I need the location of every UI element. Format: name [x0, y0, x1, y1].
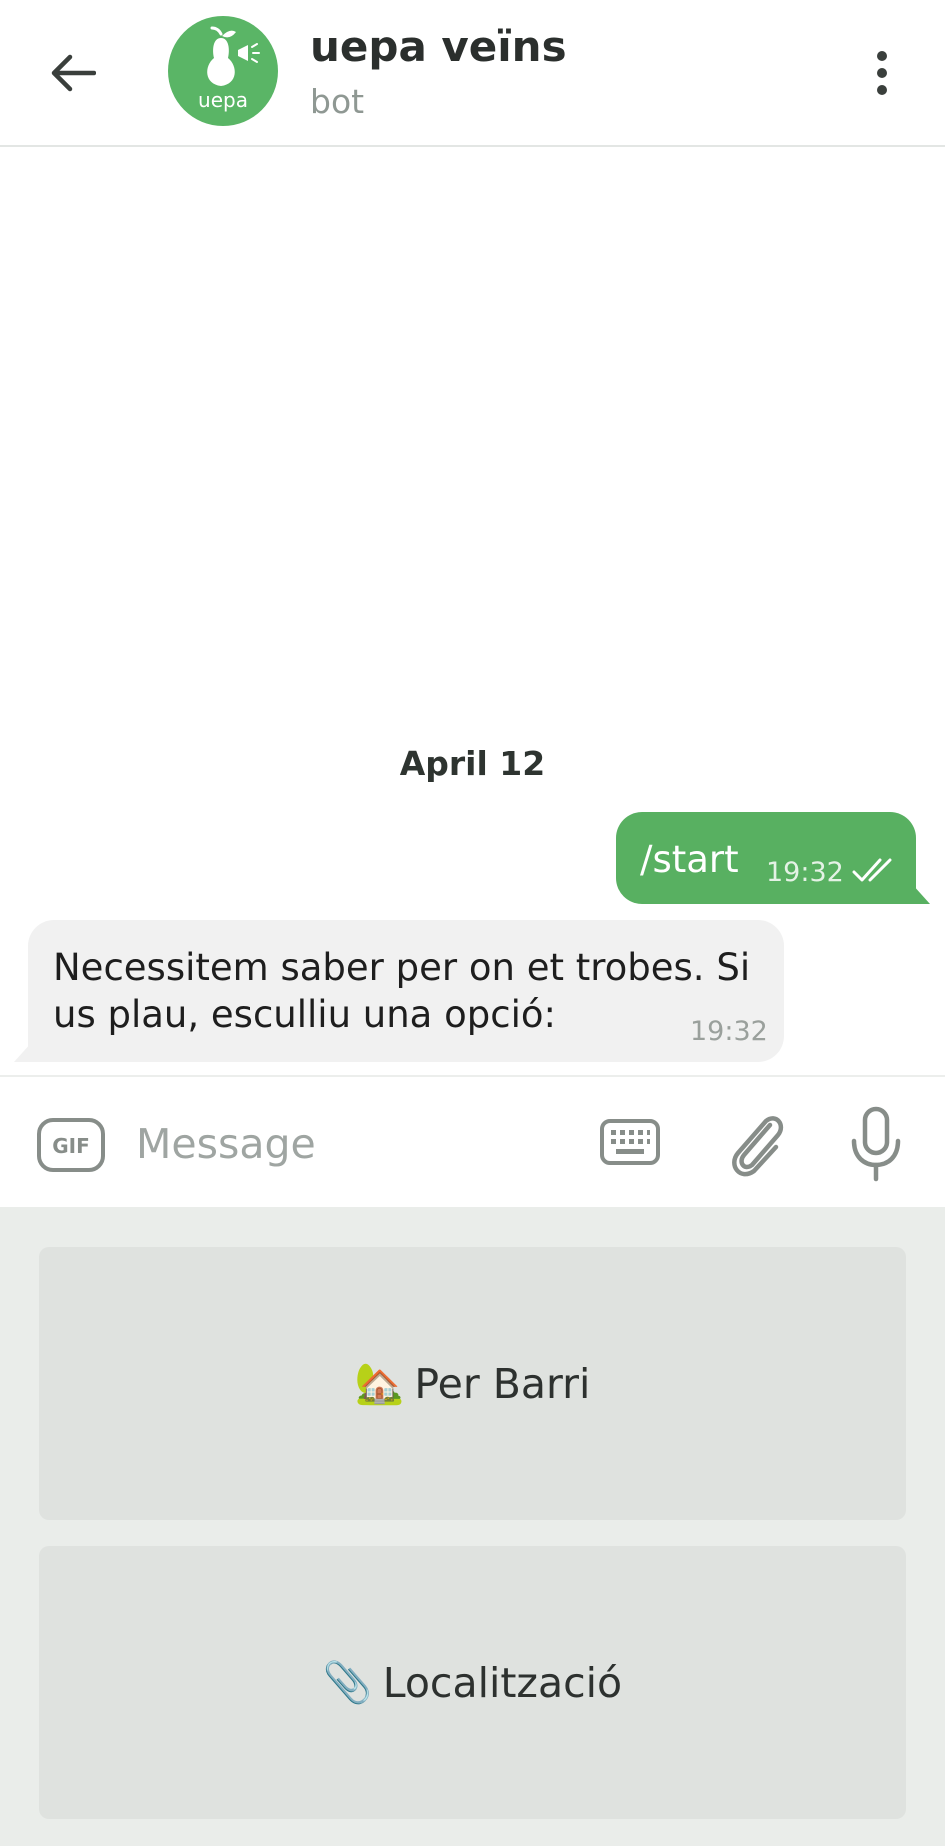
house-with-garden-icon: 🏡 [354, 1361, 405, 1407]
back-button[interactable] [40, 40, 106, 106]
microphone-icon [851, 1106, 901, 1182]
keyboard-icon [600, 1119, 660, 1165]
incoming-message[interactable]: Necessitem saber per on et trobes. Si us… [14, 920, 784, 1062]
chat-subtitle: bot [310, 82, 365, 121]
chat-title[interactable]: uepa veïns [310, 22, 567, 71]
paperclip-icon [732, 1116, 784, 1177]
double-check-icon [852, 858, 892, 882]
more-options-button[interactable] [862, 42, 902, 104]
keyboard-button-localitzacio[interactable]: 📎 Localització [39, 1546, 906, 1819]
gif-label: GIF [52, 1134, 90, 1158]
date-separator: April 12 [399, 744, 546, 783]
gif-button[interactable]: GIF [36, 1117, 106, 1173]
keyboard-toggle-button[interactable] [598, 1115, 662, 1171]
message-text: /start [640, 838, 739, 881]
keyboard-button-label: Per Barri [414, 1359, 591, 1408]
message-input[interactable] [136, 1107, 576, 1181]
message-time: 19:32 [766, 857, 844, 888]
gif-icon: GIF [37, 1118, 105, 1172]
keyboard-button-per-barri[interactable]: 🏡 Per Barri [39, 1247, 906, 1520]
paperclip-emoji-icon: 📎 [322, 1660, 373, 1706]
message-time: 19:32 [690, 1016, 768, 1047]
voice-record-button[interactable] [848, 1103, 904, 1187]
bubble-tail [912, 884, 930, 904]
message-list[interactable]: April 12 /start 19:32 Necessitem saber p… [0, 147, 945, 1075]
message-composer: GIF [0, 1075, 945, 1209]
outgoing-message[interactable]: /start 19:32 [616, 812, 930, 904]
bubble-tail [14, 1042, 32, 1062]
arrow-left-icon [51, 54, 96, 92]
message-text: Necessitem saber per on et trobes. Si us… [53, 946, 751, 1036]
chat-header: uepa uepa veïns bot [0, 0, 945, 147]
bot-reply-keyboard: 🏡 Per Barri 📎 Localització [0, 1207, 945, 1846]
more-vertical-icon [877, 51, 887, 95]
keyboard-button-label: Localització [382, 1658, 623, 1707]
attach-button[interactable] [726, 1103, 788, 1185]
bot-avatar[interactable]: uepa [168, 16, 278, 126]
avatar-label: uepa [198, 88, 248, 112]
